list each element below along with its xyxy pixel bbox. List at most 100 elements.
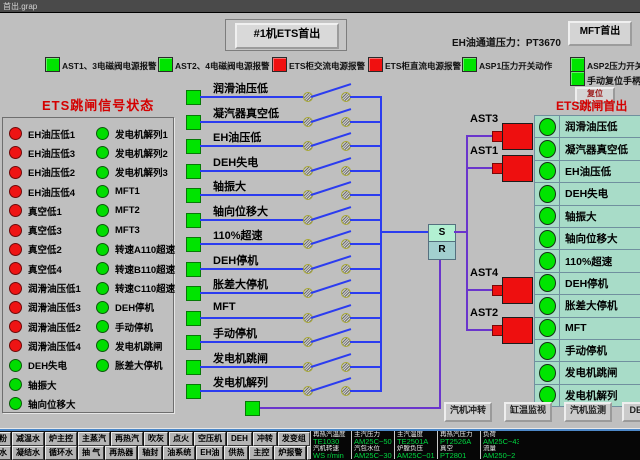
first-out-indicator-cell <box>535 318 560 339</box>
status-readout-panel: 再热汽温度TE1030主汽压力AM25C~50主汽温度TE2501A再热汽压力P… <box>310 431 640 460</box>
taskbar-button[interactable]: 主控 <box>249 446 273 460</box>
green-indicator <box>96 301 109 314</box>
taskbar-button[interactable]: 再热汽 <box>111 432 143 446</box>
green-indicator <box>96 204 109 217</box>
taskbar-button[interactable]: 抽 气 <box>78 446 104 460</box>
legend-label-6: ASP2压力开关动作 <box>587 60 640 72</box>
status-cell: 汽机转速WS r/min <box>310 445 351 459</box>
signal-label: 润滑油压低2 <box>28 320 81 334</box>
logic-input-square <box>186 335 201 350</box>
main-first-out-frame: #1机ETS首出 <box>225 19 347 51</box>
taskbar-button[interactable]: 空压机 <box>194 432 226 446</box>
status-value: AM25C~30 <box>354 452 394 459</box>
taskbar-button[interactable]: 吹灰 <box>144 432 168 446</box>
red-indicator <box>9 204 22 217</box>
signal-right-item: 发电机跳闸 <box>96 336 175 355</box>
first-out-indicator-cell <box>535 138 560 159</box>
reset-source-square <box>245 401 260 416</box>
wire <box>350 194 381 196</box>
first-out-label: 轴向位移大 <box>560 228 640 249</box>
signal-label: 真空低2 <box>28 242 62 256</box>
logic-input-square <box>186 237 201 252</box>
signal-label: EH油压低1 <box>28 127 75 141</box>
signal-left-item: 真空低3 <box>9 220 81 239</box>
red-indicator <box>9 127 22 140</box>
taskbar-button[interactable]: 给水 <box>0 446 11 460</box>
wire <box>200 243 304 245</box>
taskbar-button[interactable]: 供热 <box>224 446 248 460</box>
signal-right-item: MFT3 <box>96 220 175 239</box>
first-out-label: 110%超速 <box>560 250 640 271</box>
taskbar-button[interactable]: 炉主控 <box>45 432 77 446</box>
taskbar-button[interactable]: 凝结水 <box>12 446 44 460</box>
signal-left-item: 轴振大 <box>9 375 81 394</box>
signal-left-item: EH油压低3 <box>9 143 81 162</box>
logic-input-square <box>186 286 201 301</box>
taskbar-button[interactable]: DEH <box>227 432 252 446</box>
wire <box>350 96 381 98</box>
wire <box>200 219 304 221</box>
taskbar-button[interactable]: 冲转 <box>253 432 277 446</box>
status-cell: 负荷AM25C~43 <box>480 431 519 445</box>
nav-button-4[interactable]: DEH <box>622 402 640 422</box>
red-indicator <box>9 282 22 295</box>
logic-input-label: 胀差大停机 <box>213 276 268 292</box>
signal-label: MFT2 <box>115 205 140 216</box>
status-cell: 流量AM250~2 <box>480 445 519 459</box>
signal-right-item: 胀差大停机 <box>96 356 175 375</box>
signal-right-item: 转速C110超速 <box>96 278 175 297</box>
output-branch-wire <box>468 135 492 137</box>
signal-right-item: 发电机解列3 <box>96 163 175 182</box>
main-first-out-button[interactable]: #1机ETS首出 <box>235 23 339 49</box>
taskbar-button[interactable]: 轴封 <box>138 446 162 460</box>
signal-label: EH油压低2 <box>28 165 75 179</box>
ast-output-label: AST4 <box>470 267 498 279</box>
wire <box>200 390 304 392</box>
nav-button-3[interactable]: 汽机监测 <box>564 402 612 422</box>
eh-oil-pressure-text: EH油通道压力：PT3670 <box>452 34 561 49</box>
status-value: TE2501A <box>397 438 437 445</box>
trip-signal-left-column: EH油压低1EH油压低3EH油压低2EH油压低4真空低1真空低3真空低2真空低4… <box>9 124 81 413</box>
wire <box>200 170 304 172</box>
legend-indicator-6 <box>570 57 585 72</box>
taskbar-button[interactable]: 制粉 <box>0 432 11 446</box>
first-out-indicator-cell <box>535 250 560 271</box>
taskbar-button[interactable]: 减温水 <box>12 432 44 446</box>
green-indicator <box>96 359 109 372</box>
ast-output-label: AST1 <box>470 145 498 157</box>
green-indicator <box>539 319 556 337</box>
green-indicator <box>539 252 556 270</box>
taskbar-button[interactable]: 点火 <box>169 432 193 446</box>
green-indicator <box>539 185 556 203</box>
nav-button-1[interactable]: 汽机冲转 <box>444 402 492 422</box>
logic-input-square <box>186 115 201 130</box>
taskbar-button[interactable]: EH油 <box>196 446 223 460</box>
taskbar-button[interactable]: 主蒸汽 <box>78 432 110 446</box>
status-value: AM25C~43 <box>483 438 519 445</box>
output-branch-wire <box>468 289 492 291</box>
green-indicator <box>9 397 22 410</box>
taskbar-button[interactable]: 发变组 <box>278 432 310 446</box>
wire <box>350 243 381 245</box>
trip-signal-panel-title: ETS跳闸信号状态 <box>42 95 154 114</box>
mft-first-out-button[interactable]: MFT首出 <box>568 21 632 46</box>
red-indicator <box>9 185 22 198</box>
wire <box>200 292 304 294</box>
signal-label: 润滑油压低3 <box>28 300 81 314</box>
taskbar-button[interactable]: 再热器 <box>105 446 137 460</box>
green-indicator <box>96 185 109 198</box>
taskbar-button[interactable]: 循环水 <box>45 446 77 460</box>
logic-input-label: DEH失电 <box>213 154 258 170</box>
signal-right-item: MFT2 <box>96 201 175 220</box>
first-out-label: 胀差大停机 <box>560 295 640 316</box>
legend-label-4: ETS柜直流电源报警 <box>385 60 461 72</box>
ast-solenoid-block <box>502 277 533 304</box>
nav-button-2[interactable]: 缸温监视 <box>504 402 552 422</box>
red-indicator <box>9 166 22 179</box>
taskbar-button[interactable]: 炉报警 <box>274 446 306 460</box>
first-out-panel-title: ETS跳闸首出 <box>556 97 627 114</box>
taskbar-button[interactable]: 油系统 <box>163 446 195 460</box>
logic-input-label: MFT <box>213 301 236 313</box>
signal-left-item: 真空低2 <box>9 240 81 259</box>
green-indicator <box>96 166 109 179</box>
